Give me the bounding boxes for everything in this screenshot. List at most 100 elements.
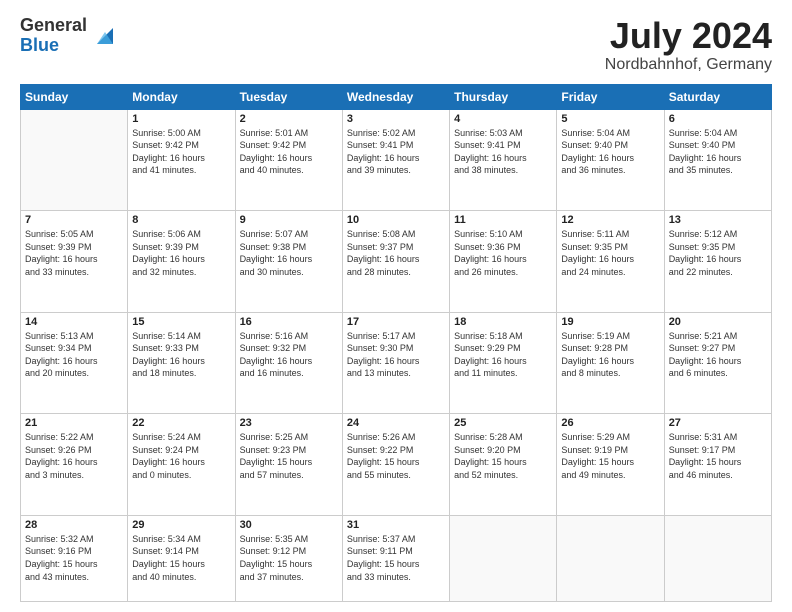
day-info: Sunrise: 5:04 AMSunset: 9:40 PMDaylight:… xyxy=(561,127,659,177)
calendar-day-cell: 6 Sunrise: 5:04 AMSunset: 9:40 PMDaylight… xyxy=(664,109,771,211)
calendar-day-cell xyxy=(450,515,557,601)
day-info: Sunrise: 5:32 AMSunset: 9:16 PMDaylight:… xyxy=(25,533,123,583)
day-info: Sunrise: 5:10 AMSunset: 9:36 PMDaylight:… xyxy=(454,228,552,278)
calendar-day-cell xyxy=(21,109,128,211)
day-number: 17 xyxy=(347,316,445,328)
calendar-day-cell: 22Sunrise: 5:24 AMSunset: 9:24 PMDayligh… xyxy=(128,414,235,516)
calendar-day-cell: 31 Sunrise: 5:37 AMSunset: 9:11 PMDayligh… xyxy=(342,515,449,601)
day-number: 10 xyxy=(347,214,445,226)
day-info: Sunrise: 5:03 AMSunset: 9:41 PMDaylight:… xyxy=(454,127,552,177)
calendar-day-cell: 27Sunrise: 5:31 AMSunset: 9:17 PMDayligh… xyxy=(664,414,771,516)
calendar-day-cell: 24 Sunrise: 5:26 AMSunset: 9:22 PMDayligh… xyxy=(342,414,449,516)
day-number: 28 xyxy=(25,519,123,531)
logo-text: General Blue xyxy=(20,16,87,56)
calendar-table: SundayMondayTuesdayWednesdayThursdayFrid… xyxy=(20,84,772,602)
day-number: 3 xyxy=(347,113,445,125)
calendar-day-cell: 7Sunrise: 5:05 AMSunset: 9:39 PMDaylight… xyxy=(21,211,128,313)
day-number: 2 xyxy=(240,113,338,125)
day-number: 14 xyxy=(25,316,123,328)
calendar-day-cell: 4 Sunrise: 5:03 AMSunset: 9:41 PMDaylight… xyxy=(450,109,557,211)
calendar-day-cell: 3 Sunrise: 5:02 AMSunset: 9:41 PMDaylight… xyxy=(342,109,449,211)
day-number: 24 xyxy=(347,417,445,429)
day-number: 23 xyxy=(240,417,338,429)
day-info: Sunrise: 5:35 AMSunset: 9:12 PMDaylight:… xyxy=(240,533,338,583)
day-info: Sunrise: 5:29 AMSunset: 9:19 PMDaylight:… xyxy=(561,431,659,481)
calendar-day-cell: 8 Sunrise: 5:06 AMSunset: 9:39 PMDaylight… xyxy=(128,211,235,313)
title-block: July 2024 Nordbahnhof, Germany xyxy=(605,16,772,74)
day-info: Sunrise: 5:06 AMSunset: 9:39 PMDaylight:… xyxy=(132,228,230,278)
day-info: Sunrise: 5:37 AMSunset: 9:11 PMDaylight:… xyxy=(347,533,445,583)
day-info: Sunrise: 5:04 AMSunset: 9:40 PMDaylight:… xyxy=(669,127,767,177)
day-number: 31 xyxy=(347,519,445,531)
calendar-day-cell: 13 Sunrise: 5:12 AMSunset: 9:35 PMDayligh… xyxy=(664,211,771,313)
calendar-day-cell: 29 Sunrise: 5:34 AMSunset: 9:14 PMDayligh… xyxy=(128,515,235,601)
calendar-header-row: SundayMondayTuesdayWednesdayThursdayFrid… xyxy=(21,84,772,109)
calendar-week-row: 28 Sunrise: 5:32 AMSunset: 9:16 PMDayligh… xyxy=(21,515,772,601)
calendar-day-cell: 5 Sunrise: 5:04 AMSunset: 9:40 PMDaylight… xyxy=(557,109,664,211)
day-info: Sunrise: 5:13 AMSunset: 9:34 PMDaylight:… xyxy=(25,330,123,380)
day-number: 15 xyxy=(132,316,230,328)
page: General Blue July 2024 Nordbahnhof, Germ… xyxy=(0,0,792,612)
day-number: 30 xyxy=(240,519,338,531)
day-info: Sunrise: 5:18 AMSunset: 9:29 PMDaylight:… xyxy=(454,330,552,380)
calendar-day-cell xyxy=(557,515,664,601)
calendar-day-cell: 14 Sunrise: 5:13 AMSunset: 9:34 PMDayligh… xyxy=(21,312,128,414)
day-number: 16 xyxy=(240,316,338,328)
day-info: Sunrise: 5:08 AMSunset: 9:37 PMDaylight:… xyxy=(347,228,445,278)
calendar-day-cell: 17 Sunrise: 5:17 AMSunset: 9:30 PMDayligh… xyxy=(342,312,449,414)
calendar-header-sunday: Sunday xyxy=(21,84,128,109)
calendar-header-saturday: Saturday xyxy=(664,84,771,109)
logo-triangle-icon xyxy=(91,22,119,50)
logo-general: General xyxy=(20,16,87,36)
day-number: 5 xyxy=(561,113,659,125)
day-number: 22 xyxy=(132,417,230,429)
day-number: 6 xyxy=(669,113,767,125)
day-info: Sunrise: 5:25 AMSunset: 9:23 PMDaylight:… xyxy=(240,431,338,481)
calendar-day-cell: 12Sunrise: 5:11 AMSunset: 9:35 PMDayligh… xyxy=(557,211,664,313)
calendar-header-tuesday: Tuesday xyxy=(235,84,342,109)
calendar-day-cell: 20 Sunrise: 5:21 AMSunset: 9:27 PMDayligh… xyxy=(664,312,771,414)
day-info: Sunrise: 5:17 AMSunset: 9:30 PMDaylight:… xyxy=(347,330,445,380)
day-number: 12 xyxy=(561,214,659,226)
day-info: Sunrise: 5:26 AMSunset: 9:22 PMDaylight:… xyxy=(347,431,445,481)
day-info: Sunrise: 5:02 AMSunset: 9:41 PMDaylight:… xyxy=(347,127,445,177)
day-number: 8 xyxy=(132,214,230,226)
day-number: 20 xyxy=(669,316,767,328)
day-number: 13 xyxy=(669,214,767,226)
calendar-day-cell: 10 Sunrise: 5:08 AMSunset: 9:37 PMDayligh… xyxy=(342,211,449,313)
day-number: 27 xyxy=(669,417,767,429)
calendar-day-cell: 21 Sunrise: 5:22 AMSunset: 9:26 PMDayligh… xyxy=(21,414,128,516)
day-info: Sunrise: 5:14 AMSunset: 9:33 PMDaylight:… xyxy=(132,330,230,380)
calendar-header-thursday: Thursday xyxy=(450,84,557,109)
day-info: Sunrise: 5:21 AMSunset: 9:27 PMDaylight:… xyxy=(669,330,767,380)
calendar-header-monday: Monday xyxy=(128,84,235,109)
day-info: Sunrise: 5:34 AMSunset: 9:14 PMDaylight:… xyxy=(132,533,230,583)
calendar-day-cell: 2Sunrise: 5:01 AMSunset: 9:42 PMDaylight… xyxy=(235,109,342,211)
calendar-header-friday: Friday xyxy=(557,84,664,109)
logo-blue: Blue xyxy=(20,36,87,56)
logo: General Blue xyxy=(20,16,119,56)
day-number: 18 xyxy=(454,316,552,328)
calendar-day-cell: 23 Sunrise: 5:25 AMSunset: 9:23 PMDayligh… xyxy=(235,414,342,516)
calendar-day-cell: 26 Sunrise: 5:29 AMSunset: 9:19 PMDayligh… xyxy=(557,414,664,516)
day-info: Sunrise: 5:12 AMSunset: 9:35 PMDaylight:… xyxy=(669,228,767,278)
day-number: 11 xyxy=(454,214,552,226)
day-number: 4 xyxy=(454,113,552,125)
day-number: 9 xyxy=(240,214,338,226)
calendar-week-row: 7Sunrise: 5:05 AMSunset: 9:39 PMDaylight… xyxy=(21,211,772,313)
day-info: Sunrise: 5:28 AMSunset: 9:20 PMDaylight:… xyxy=(454,431,552,481)
calendar-week-row: 14 Sunrise: 5:13 AMSunset: 9:34 PMDayligh… xyxy=(21,312,772,414)
calendar-day-cell: 1Sunrise: 5:00 AMSunset: 9:42 PMDaylight… xyxy=(128,109,235,211)
calendar-day-cell: 15 Sunrise: 5:14 AMSunset: 9:33 PMDayligh… xyxy=(128,312,235,414)
calendar-day-cell: 18 Sunrise: 5:18 AMSunset: 9:29 PMDayligh… xyxy=(450,312,557,414)
day-number: 29 xyxy=(132,519,230,531)
calendar-day-cell: 25Sunrise: 5:28 AMSunset: 9:20 PMDayligh… xyxy=(450,414,557,516)
day-number: 26 xyxy=(561,417,659,429)
calendar-week-row: 21 Sunrise: 5:22 AMSunset: 9:26 PMDayligh… xyxy=(21,414,772,516)
calendar-day-cell: 16Sunrise: 5:16 AMSunset: 9:32 PMDayligh… xyxy=(235,312,342,414)
calendar-day-cell: 19Sunrise: 5:19 AMSunset: 9:28 PMDayligh… xyxy=(557,312,664,414)
calendar-day-cell: 30 Sunrise: 5:35 AMSunset: 9:12 PMDayligh… xyxy=(235,515,342,601)
day-number: 21 xyxy=(25,417,123,429)
day-info: Sunrise: 5:22 AMSunset: 9:26 PMDaylight:… xyxy=(25,431,123,481)
day-number: 1 xyxy=(132,113,230,125)
